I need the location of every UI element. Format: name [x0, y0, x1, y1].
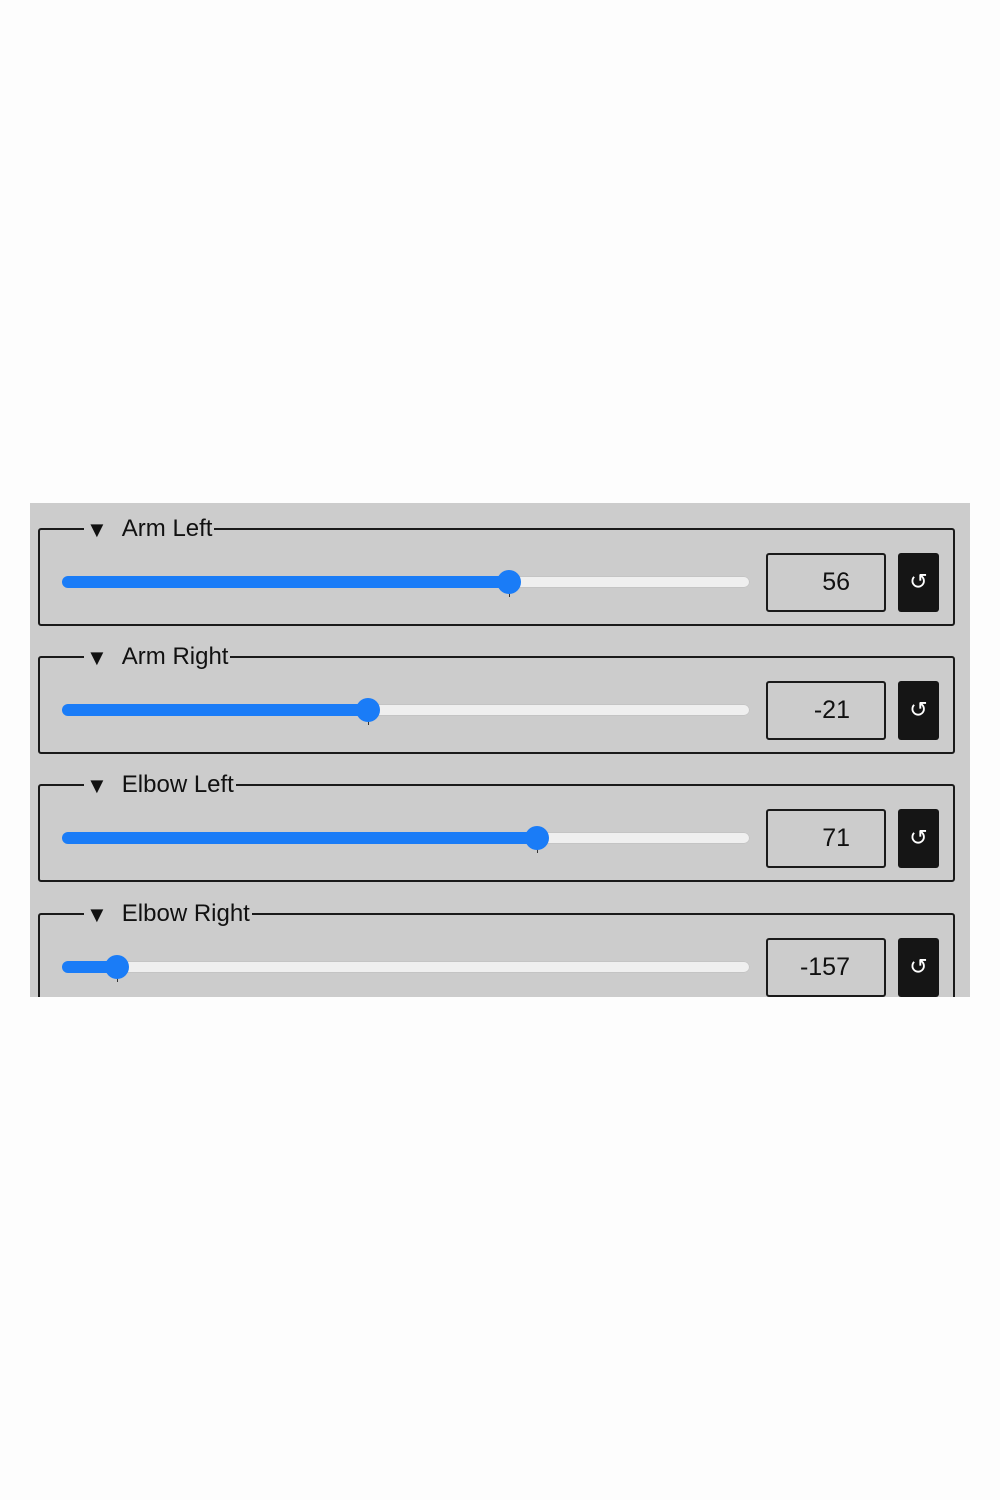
- triangle-down-icon[interactable]: ▼: [86, 900, 108, 930]
- elbow-left-value-input[interactable]: [766, 809, 886, 868]
- group-header[interactable]: ▼ Elbow Right: [84, 899, 252, 929]
- arm-left-value-input[interactable]: [766, 553, 886, 612]
- arm-right-value-input[interactable]: [766, 681, 886, 740]
- reset-icon: ↺: [909, 698, 928, 723]
- elbow-right-value-input[interactable]: [766, 938, 886, 997]
- group-label: Elbow Right: [121, 900, 250, 927]
- group-header[interactable]: ▼ Elbow Left: [84, 770, 236, 800]
- arm-right-reset-button[interactable]: ↺: [898, 681, 939, 740]
- elbow-right-slider[interactable]: [62, 955, 750, 982]
- arm-left-reset-button[interactable]: ↺: [898, 553, 939, 612]
- control-group-elbow-left: ▼ Elbow Left ↺: [38, 770, 955, 882]
- group-label: Arm Left: [121, 515, 213, 542]
- slider-fill: [62, 832, 537, 844]
- group-header[interactable]: ▼ Arm Left: [84, 514, 215, 545]
- group-header[interactable]: ▼ Arm Right: [84, 642, 231, 673]
- slider-thumb[interactable]: [105, 955, 130, 979]
- triangle-down-icon[interactable]: ▼: [86, 771, 108, 801]
- slider-fill: [62, 704, 369, 716]
- slider-thumb[interactable]: [356, 698, 381, 722]
- control-group-arm-right: ▼ Arm Right ↺: [38, 642, 955, 754]
- arm-left-slider[interactable]: [62, 570, 750, 597]
- reset-icon: ↺: [909, 570, 928, 595]
- triangle-down-icon[interactable]: ▼: [86, 515, 108, 545]
- elbow-left-reset-button[interactable]: ↺: [898, 809, 939, 868]
- group-label: Arm Right: [121, 643, 229, 670]
- joint-controls-panel: ▼ Arm Left ↺ ▼ Arm Right ↺: [30, 503, 970, 997]
- elbow-left-slider[interactable]: [62, 826, 750, 853]
- control-group-elbow-right: ▼ Elbow Right ↺: [38, 899, 955, 997]
- reset-icon: ↺: [909, 826, 928, 851]
- slider-fill: [62, 576, 510, 588]
- elbow-right-reset-button[interactable]: ↺: [898, 938, 939, 997]
- slider-track: [62, 961, 750, 973]
- arm-right-slider[interactable]: [62, 698, 750, 725]
- slider-thumb[interactable]: [497, 570, 522, 594]
- slider-thumb[interactable]: [524, 826, 549, 850]
- reset-icon: ↺: [909, 955, 928, 980]
- triangle-down-icon[interactable]: ▼: [86, 643, 108, 673]
- group-label: Elbow Left: [121, 771, 234, 798]
- control-group-arm-left: ▼ Arm Left ↺: [38, 514, 955, 626]
